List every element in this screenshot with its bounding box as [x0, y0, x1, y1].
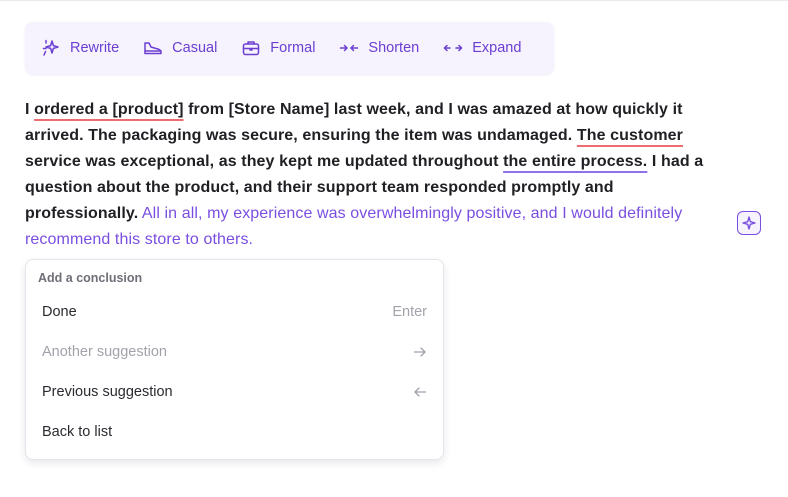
ai-assist-button[interactable] — [737, 211, 761, 235]
menu-item-label: Another suggestion — [42, 344, 167, 360]
menu-item-another-suggestion[interactable]: Another suggestion — [26, 332, 443, 372]
menu-item-previous-suggestion[interactable]: Previous suggestion — [26, 372, 443, 412]
text-segment: service was exceptional, as they kept me… — [25, 153, 504, 170]
menu-item-done[interactable]: Done Enter — [26, 292, 443, 332]
top-divider — [0, 0, 788, 1]
shorten-label: Shorten — [368, 40, 420, 56]
flagged-phrase[interactable]: ordered a [product] — [34, 101, 183, 118]
rewrite-label: Rewrite — [70, 40, 120, 56]
formal-label: Formal — [270, 40, 316, 56]
sparkles-icon — [41, 38, 61, 58]
rewrite-button[interactable]: Rewrite — [41, 38, 119, 58]
shorten-button[interactable]: Shorten — [339, 38, 419, 58]
expand-button[interactable]: Expand — [443, 38, 521, 58]
editor-paragraph[interactable]: I ordered a [product] from [Store Name] … — [25, 97, 725, 253]
arrow-left-icon — [413, 385, 427, 399]
formal-button[interactable]: Formal — [241, 38, 315, 58]
arrows-outward-icon — [443, 38, 463, 58]
arrows-inward-icon — [339, 38, 359, 58]
rewrite-toolbar: Rewrite Casual Formal Shorten Expand — [25, 22, 554, 74]
expand-label: Expand — [472, 40, 522, 56]
arrow-right-icon — [413, 345, 427, 359]
flagged-phrase[interactable]: The customer — [577, 127, 683, 144]
menu-header: Add a conclusion — [38, 271, 143, 285]
briefcase-icon — [241, 38, 261, 58]
text-segment: I — [25, 101, 35, 118]
sneaker-icon — [143, 38, 163, 58]
flagged-phrase[interactable]: the entire process. — [503, 153, 647, 170]
menu-item-label: Back to list — [42, 424, 113, 440]
menu-item-label: Previous suggestion — [42, 384, 173, 400]
sparkle-icon — [742, 216, 756, 230]
shortcut-hint: Enter — [392, 304, 427, 320]
casual-button[interactable]: Casual — [143, 38, 217, 58]
menu-item-back-to-list[interactable]: Back to list — [26, 412, 443, 452]
casual-label: Casual — [172, 40, 218, 56]
conclusion-menu: Add a conclusion Done Enter Another sugg… — [25, 259, 444, 460]
menu-item-label: Done — [42, 304, 77, 320]
